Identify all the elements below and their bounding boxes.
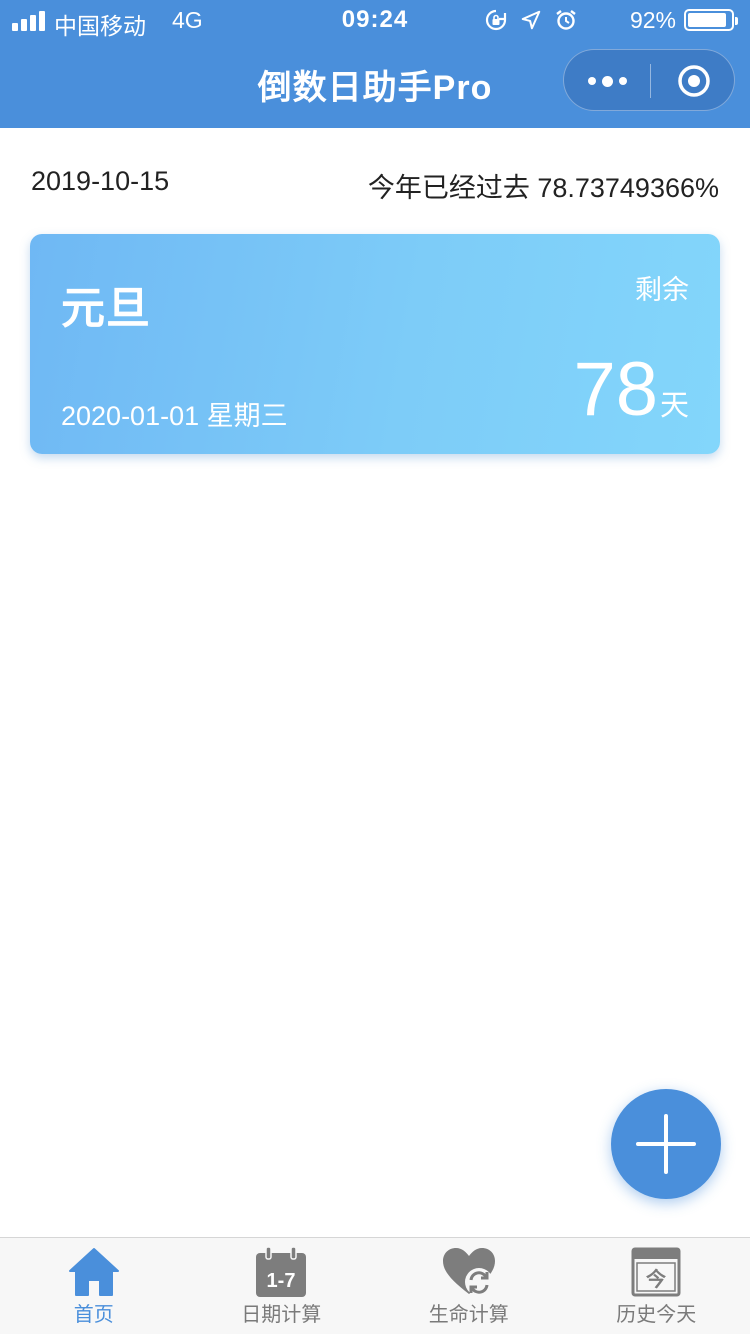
status-icons — [484, 6, 578, 34]
add-event-button[interactable] — [611, 1089, 721, 1199]
tab-label: 生命计算 — [428, 1304, 509, 1326]
today-date: 2019-10-15 — [31, 166, 170, 196]
tab-label: 历史今天 — [616, 1304, 697, 1326]
calendar-1-7-icon: 1-7 — [256, 1246, 307, 1297]
event-date: 2020-01-01 星期三 — [61, 401, 288, 431]
tab-label: 首页 — [73, 1304, 114, 1326]
tab-date-calc[interactable]: 1-7 日期计算 — [188, 1238, 376, 1334]
year-progress-text: 今年已经过去 78.73749366% — [367, 173, 719, 203]
rotation-lock-icon — [485, 9, 507, 31]
countdown-card[interactable]: 元旦 剩余 2020-01-01 星期三 78 天 — [30, 234, 720, 454]
battery-level — [688, 13, 727, 27]
calendar-text: 今 — [646, 1267, 667, 1291]
tab-label: 日期计算 — [241, 1304, 322, 1326]
battery-icon — [684, 9, 738, 31]
more-dot-icon — [618, 77, 627, 85]
remaining-label: 剩余 — [635, 275, 689, 305]
alarm-icon — [556, 10, 576, 30]
target-circle-icon — [677, 65, 710, 97]
info-row: 2019-10-15 今年已经过去 78.73749366% — [0, 162, 750, 203]
tab-life-calc[interactable]: 生命计算 — [375, 1238, 563, 1334]
app-page: 中国移动 4G 09:24 92% 倒数日助手Pro 2019-10-15 今年… — [0, 0, 750, 1334]
days-count: 78 天 — [573, 352, 689, 428]
more-dot-icon — [601, 75, 613, 87]
tab-history-today[interactable]: 今 历史今天 — [563, 1238, 750, 1334]
tab-bar: 首页 1-7 日期计算 生命计算 今 历史今天 — [0, 1237, 750, 1334]
days-number: 78 — [573, 347, 658, 432]
home-icon — [68, 1248, 119, 1296]
more-button[interactable] — [564, 50, 650, 112]
close-button[interactable] — [651, 50, 736, 112]
status-bar: 中国移动 4G 09:24 92% — [0, 0, 750, 40]
calendar-today-icon: 今 — [631, 1247, 681, 1297]
days-unit: 天 — [659, 390, 689, 422]
header: 中国移动 4G 09:24 92% 倒数日助手Pro — [0, 0, 750, 128]
mini-program-capsule — [563, 49, 735, 111]
calendar-text: 1-7 — [267, 1270, 296, 1292]
tab-home[interactable]: 首页 — [0, 1238, 188, 1334]
plus-icon — [636, 1114, 696, 1174]
heart-refresh-icon — [442, 1248, 495, 1296]
more-dot-icon — [587, 77, 596, 85]
event-title: 元旦 — [61, 284, 151, 333]
location-arrow-icon — [521, 10, 541, 30]
battery-percent: 92% — [629, 7, 676, 33]
